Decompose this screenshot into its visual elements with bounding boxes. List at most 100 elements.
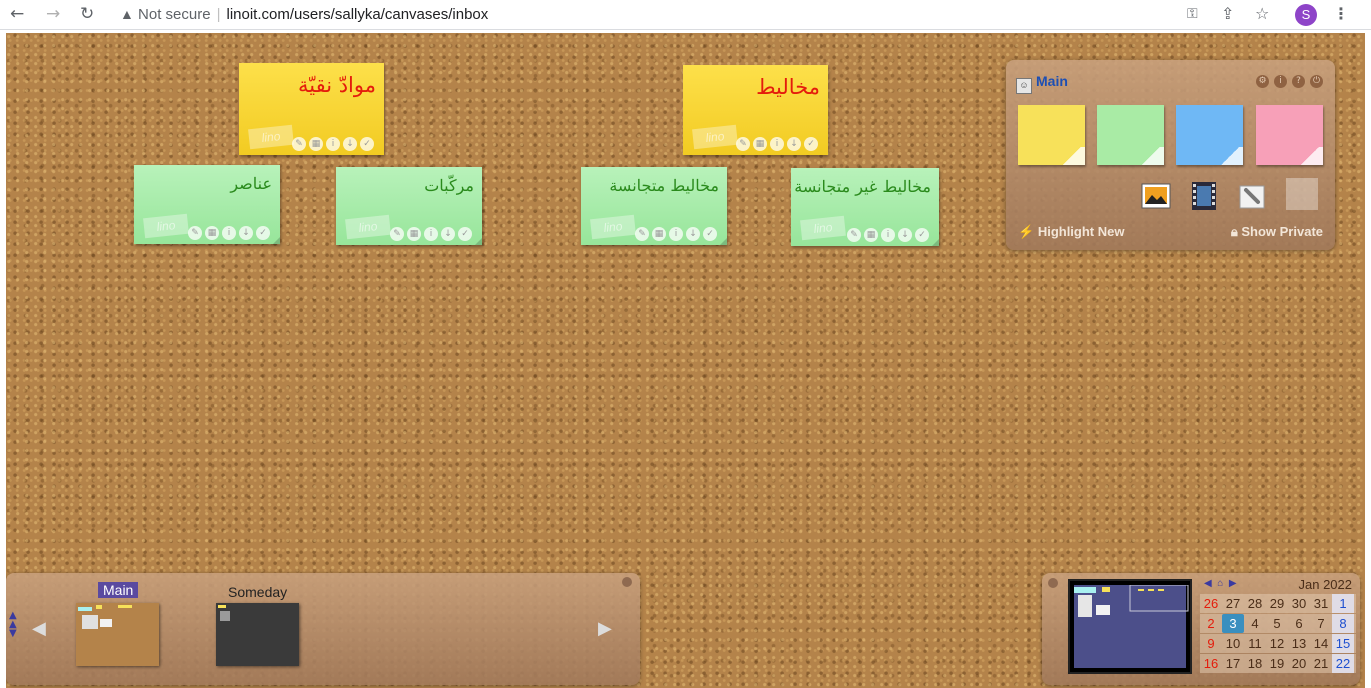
palette-header[interactable]: ☺ Main — [1016, 73, 1068, 94]
calendar-day[interactable]: 19 — [1266, 654, 1288, 673]
close-panel-icon[interactable] — [622, 577, 632, 587]
calendar-day[interactable]: 6 — [1288, 614, 1310, 633]
check-icon[interactable]: ✓ — [256, 226, 270, 240]
calendar-day[interactable]: 11 — [1244, 634, 1266, 653]
calendar-icon[interactable]: ▦ — [864, 228, 878, 242]
info-icon[interactable]: i — [881, 228, 895, 242]
back-arrow-icon[interactable]: ← — [10, 3, 24, 25]
calendar-day[interactable]: 15 — [1332, 634, 1354, 653]
calendar-icon[interactable]: ▦ — [407, 227, 421, 241]
calendar-day[interactable]: 2 — [1200, 614, 1222, 633]
download-icon[interactable]: ↓ — [898, 228, 912, 242]
more-menu-icon[interactable]: ⋮ — [1333, 3, 1349, 25]
info-icon[interactable]: i — [326, 137, 340, 151]
calendar-day[interactable]: 13 — [1288, 634, 1310, 653]
scroll-arrows-icon[interactable]: ▲ ▲ ▼ — [9, 611, 17, 639]
calendar-day[interactable]: 9 — [1200, 634, 1222, 653]
calendar-day[interactable]: 17 — [1222, 654, 1244, 673]
collapse-icon[interactable] — [1048, 578, 1058, 588]
calendar-day[interactable]: 31 — [1310, 594, 1332, 613]
check-icon[interactable]: ✓ — [703, 227, 717, 241]
image-upload-icon[interactable] — [1140, 180, 1172, 212]
calendar-icon[interactable]: ▦ — [652, 227, 666, 241]
check-icon[interactable]: ✓ — [915, 228, 929, 242]
info-icon[interactable]: i — [1274, 75, 1287, 88]
calendar-day[interactable]: 20 — [1288, 654, 1310, 673]
edit-icon[interactable]: ✎ — [847, 228, 861, 242]
transparent-sticky-swatch[interactable] — [1284, 176, 1320, 212]
edit-icon[interactable]: ✎ — [292, 137, 306, 151]
download-icon[interactable]: ↓ — [239, 226, 253, 240]
resize-handle[interactable] — [932, 239, 939, 246]
video-upload-icon[interactable] — [1188, 180, 1220, 212]
power-icon[interactable]: ⏻ — [1310, 75, 1323, 88]
profile-avatar[interactable]: S — [1295, 4, 1317, 26]
calendar-day[interactable]: 10 — [1222, 634, 1244, 653]
calendar-day[interactable]: 12 — [1266, 634, 1288, 653]
calendar-day[interactable]: 5 — [1266, 614, 1288, 633]
canvas-label-someday[interactable]: Someday — [228, 584, 287, 600]
calendar-day[interactable]: 4 — [1244, 614, 1266, 633]
calendar-day[interactable]: 8 — [1332, 614, 1354, 633]
board-minimap[interactable] — [1068, 579, 1192, 674]
edit-icon[interactable]: ✎ — [390, 227, 404, 241]
green-sticky-swatch[interactable] — [1097, 105, 1164, 165]
edit-icon[interactable]: ✎ — [635, 227, 649, 241]
canvas-thumbnail-someday[interactable] — [216, 603, 299, 666]
download-icon[interactable]: ↓ — [441, 227, 455, 241]
sticky-note[interactable]: عناصر lino ✎ ▦ i ↓ ✓ — [134, 165, 280, 244]
canvas-thumbnail-main[interactable] — [76, 603, 159, 666]
share-icon[interactable]: ⇪ — [1221, 3, 1234, 25]
yellow-sticky-swatch[interactable] — [1018, 105, 1085, 165]
sticky-note[interactable]: موادّ نقيّة lino ✎ ▦ i ↓ ✓ — [239, 63, 384, 155]
bookmark-star-icon[interactable]: ☆ — [1255, 3, 1269, 25]
calendar-day[interactable]: 14 — [1310, 634, 1332, 653]
sticky-note[interactable]: مخاليط lino ✎ ▦ i ↓ ✓ — [683, 65, 828, 155]
show-private-toggle[interactable]: 🔒︎ Show Private — [1231, 224, 1323, 240]
next-month-icon[interactable]: ▶ — [1229, 578, 1237, 589]
calendar-day[interactable]: 29 — [1266, 594, 1288, 613]
check-icon[interactable]: ✓ — [804, 137, 818, 151]
calendar-icon[interactable]: ▦ — [753, 137, 767, 151]
download-icon[interactable]: ↓ — [343, 137, 357, 151]
calendar-icon[interactable]: ▦ — [309, 137, 323, 151]
calendar-day[interactable]: 18 — [1244, 654, 1266, 673]
forward-arrow-icon[interactable]: → — [46, 3, 60, 25]
scroll-left-icon[interactable]: ◀ — [32, 618, 46, 639]
calendar-day[interactable]: 28 — [1244, 594, 1266, 613]
calendar-day[interactable]: 1 — [1332, 594, 1354, 613]
calendar-day[interactable]: 30 — [1288, 594, 1310, 613]
calendar-day[interactable]: 16 — [1200, 654, 1222, 673]
info-icon[interactable]: i — [669, 227, 683, 241]
edit-icon[interactable]: ✎ — [736, 137, 750, 151]
resize-handle[interactable] — [273, 237, 280, 244]
home-icon[interactable]: ⌂ — [1217, 578, 1223, 589]
calendar-today[interactable]: 3 — [1222, 614, 1244, 633]
info-icon[interactable]: i — [770, 137, 784, 151]
info-icon[interactable]: i — [222, 226, 236, 240]
canvas-label-main[interactable]: Main — [98, 582, 139, 598]
pink-sticky-swatch[interactable] — [1256, 105, 1323, 165]
scroll-right-icon[interactable]: ▶ — [598, 618, 612, 639]
calendar-day[interactable]: 22 — [1332, 654, 1354, 673]
attachment-upload-icon[interactable] — [1236, 180, 1268, 212]
download-icon[interactable]: ↓ — [686, 227, 700, 241]
calendar-icon[interactable]: ▦ — [205, 226, 219, 240]
sticky-note[interactable]: مخاليط متجانسة lino ✎ ▦ i ↓ ✓ — [581, 167, 727, 245]
cork-board[interactable]: موادّ نقيّة lino ✎ ▦ i ↓ ✓ مخاليط lino ✎ ▦ i ↓ ✓… — [6, 33, 1365, 688]
check-icon[interactable]: ✓ — [360, 137, 374, 151]
calendar-day[interactable]: 27 — [1222, 594, 1244, 613]
calendar-day[interactable]: 21 — [1310, 654, 1332, 673]
prev-month-icon[interactable]: ◀ — [1204, 578, 1212, 589]
help-icon[interactable]: ? — [1292, 75, 1305, 88]
address-bar[interactable]: ▲ Not secure | linoit.com/users/sallyka/ca… — [120, 4, 488, 25]
highlight-new-toggle[interactable]: ⚡ Highlight New — [1018, 224, 1124, 240]
sticky-note[interactable]: مركّبات lino ✎ ▦ i ↓ ✓ — [336, 167, 482, 245]
key-icon[interactable]: ⚿ — [1187, 3, 1198, 25]
settings-icon[interactable]: ⚙ — [1256, 75, 1269, 88]
blue-sticky-swatch[interactable] — [1176, 105, 1243, 165]
resize-handle[interactable] — [475, 238, 482, 245]
reload-icon[interactable]: ↻ — [80, 3, 94, 25]
resize-handle[interactable] — [720, 238, 727, 245]
check-icon[interactable]: ✓ — [458, 227, 472, 241]
